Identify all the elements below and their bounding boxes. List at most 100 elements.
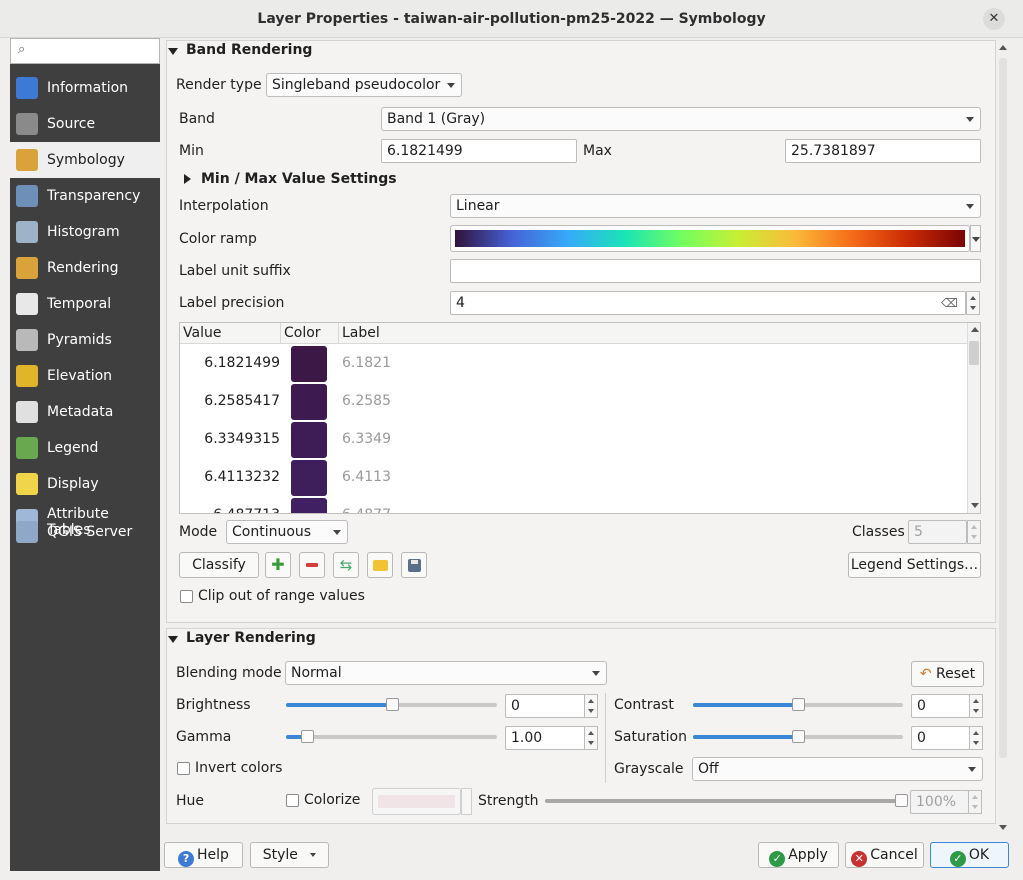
help-button[interactable]: ? Help	[164, 842, 243, 868]
class-color-swatch[interactable]	[291, 346, 327, 382]
gamma-slider-track[interactable]	[286, 735, 497, 739]
open-folder-icon[interactable]	[367, 552, 393, 578]
sidebar-item-transparency[interactable]: Transparency	[10, 178, 160, 214]
gamma-slider-handle[interactable]	[301, 730, 314, 743]
main-scrollbar[interactable]	[996, 40, 1010, 836]
table-row[interactable]: 6.4113232 6.4113	[180, 459, 966, 497]
gamma-input[interactable]: 1.00	[505, 726, 586, 750]
class-label[interactable]: 6.3349	[342, 431, 391, 447]
grayscale-select[interactable]: Off	[692, 757, 983, 781]
class-color-swatch[interactable]	[291, 384, 327, 420]
interpolation-select[interactable]: Linear	[450, 194, 981, 218]
sidebar-item-qgis-server[interactable]: QGIS Server	[10, 514, 160, 550]
contrast-input[interactable]: 0	[911, 694, 970, 718]
blending-mode-select[interactable]: Normal	[285, 661, 607, 685]
saturation-stepper[interactable]	[969, 726, 983, 750]
expand-icon[interactable]	[184, 174, 191, 184]
contrast-stepper[interactable]	[969, 694, 983, 718]
scroll-thumb[interactable]	[999, 58, 1007, 758]
mode-select[interactable]: Continuous	[226, 520, 348, 544]
gamma-stepper[interactable]	[584, 726, 598, 750]
cancel-button[interactable]: ✕ Cancel	[845, 842, 924, 868]
strength-stepper[interactable]	[968, 790, 982, 814]
reverse-order-icon[interactable]: ⇆	[333, 552, 359, 578]
table-scrollbar[interactable]	[967, 323, 980, 513]
style-button[interactable]: Style	[250, 842, 329, 868]
sidebar-item-elevation[interactable]: Elevation	[10, 358, 160, 394]
column-header-label[interactable]: Label	[339, 323, 968, 343]
colorize-checkbox[interactable]	[286, 794, 299, 807]
label-unit-suffix-input[interactable]	[450, 259, 981, 283]
class-label[interactable]: 6.4113	[342, 469, 391, 485]
contrast-slider-handle[interactable]	[792, 698, 805, 711]
classes-stepper[interactable]	[967, 520, 981, 544]
label-precision-stepper[interactable]	[966, 291, 980, 315]
sidebar-item-metadata[interactable]: Metadata	[10, 394, 160, 430]
collapse-icon[interactable]	[168, 48, 178, 55]
column-header-color[interactable]: Color	[281, 323, 339, 343]
class-color-swatch[interactable]	[291, 422, 327, 458]
minmax-settings-toggle[interactable]: Min / Max Value Settings	[201, 171, 397, 187]
sidebar-item-temporal[interactable]: Temporal	[10, 286, 160, 322]
class-color-swatch[interactable]	[291, 460, 327, 496]
class-value[interactable]: 6.2585417	[180, 393, 280, 409]
table-row[interactable]: 6.3349315 6.3349	[180, 421, 966, 459]
sidebar-item-pyramids[interactable]: Pyramids	[10, 322, 160, 358]
sidebar-item-rendering[interactable]: Rendering	[10, 250, 160, 286]
add-class-icon[interactable]: ✚	[265, 552, 291, 578]
class-value[interactable]: 6.487713	[180, 507, 280, 513]
class-label[interactable]: 6.4877	[342, 507, 391, 513]
class-label[interactable]: 6.2585	[342, 393, 391, 409]
label-precision-input[interactable]: 4 ⌫	[450, 291, 966, 315]
invert-colors-checkbox[interactable]	[177, 762, 190, 775]
scroll-thumb[interactable]	[969, 341, 979, 365]
color-ramp-dropdown[interactable]	[970, 225, 981, 252]
sidebar-item-information[interactable]: Information	[10, 70, 160, 106]
sidebar-item-histogram[interactable]: Histogram	[10, 214, 160, 250]
band-select[interactable]: Band 1 (Gray)	[381, 107, 981, 131]
saturation-slider-handle[interactable]	[792, 730, 805, 743]
scroll-down-icon[interactable]	[971, 503, 979, 508]
brightness-stepper[interactable]	[584, 694, 598, 718]
sidebar-item-source[interactable]: Source	[10, 106, 160, 142]
classes-input[interactable]: 5	[908, 520, 967, 544]
brightness-input[interactable]: 0	[505, 694, 586, 718]
sidebar-item-legend[interactable]: Legend	[10, 430, 160, 466]
render-type-select[interactable]: Singleband pseudocolor	[266, 73, 462, 97]
strength-input[interactable]: 100%	[910, 790, 969, 814]
brightness-slider-handle[interactable]	[386, 698, 399, 711]
remove-class-icon[interactable]	[299, 552, 325, 578]
class-label[interactable]: 6.1821	[342, 355, 391, 371]
close-icon[interactable]: ✕	[983, 8, 1005, 30]
strength-slider-handle[interactable]	[895, 794, 908, 807]
sidebar-item-symbology[interactable]: Symbology	[10, 142, 160, 178]
scroll-up-icon[interactable]	[999, 45, 1007, 50]
ok-button[interactable]: ✓ OK	[930, 842, 1009, 868]
column-header-value[interactable]: Value	[180, 323, 281, 343]
classify-button[interactable]: Classify	[179, 552, 259, 578]
legend-settings-button[interactable]: Legend Settings…	[848, 552, 981, 578]
apply-button[interactable]: ✓ Apply	[758, 842, 839, 868]
scroll-up-icon[interactable]	[971, 327, 979, 332]
table-row[interactable]: 6.2585417 6.2585	[180, 383, 966, 421]
sidebar-item-display[interactable]: Display	[10, 466, 160, 502]
max-input[interactable]: 25.7381897	[785, 139, 981, 163]
clear-icon[interactable]: ⌫	[941, 292, 958, 314]
clip-out-of-range-checkbox[interactable]	[180, 590, 193, 603]
color-ramp-button[interactable]	[450, 225, 970, 252]
colorize-color-button[interactable]	[372, 788, 461, 815]
colorize-color-dropdown[interactable]	[461, 788, 472, 815]
reset-button[interactable]: ↶ Reset	[911, 661, 984, 687]
min-input[interactable]: 6.1821499	[381, 139, 577, 163]
table-row[interactable]: 6.487713 6.4877	[180, 497, 966, 513]
class-value[interactable]: 6.1821499	[180, 355, 280, 371]
save-icon[interactable]	[401, 552, 427, 578]
class-value[interactable]: 6.3349315	[180, 431, 280, 447]
class-value[interactable]: 6.4113232	[180, 469, 280, 485]
scroll-down-icon[interactable]	[999, 825, 1007, 830]
class-color-swatch[interactable]	[291, 498, 327, 513]
table-row[interactable]: 6.1821499 6.1821	[180, 345, 966, 383]
collapse-icon[interactable]	[168, 636, 178, 643]
sidebar-search-input[interactable]: ⌕	[10, 38, 160, 64]
saturation-input[interactable]: 0	[911, 726, 970, 750]
